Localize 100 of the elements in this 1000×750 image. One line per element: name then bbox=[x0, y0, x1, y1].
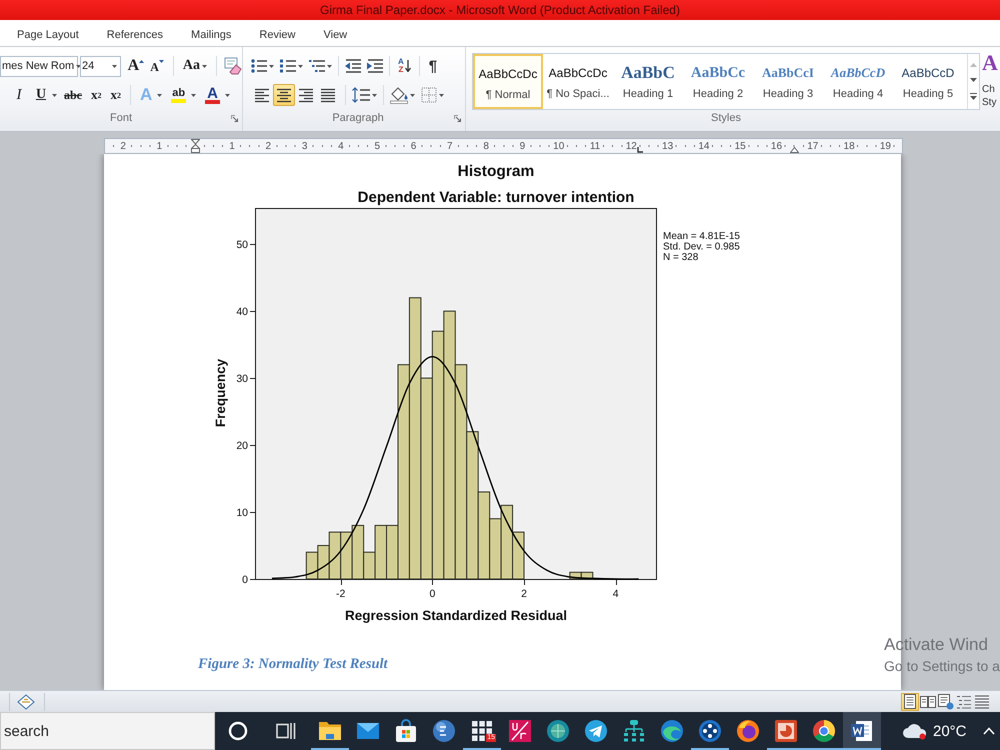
underline-button[interactable]: U bbox=[32, 85, 50, 105]
view-button[interactable] bbox=[973, 692, 991, 710]
bullet-list-icon[interactable] bbox=[251, 59, 267, 73]
style-option[interactable]: AaBbCcDc ¶ Normal bbox=[473, 54, 543, 109]
ruler-number: 1 bbox=[156, 140, 164, 152]
outline-list-icon bbox=[956, 694, 972, 710]
caret-icon[interactable] bbox=[327, 64, 332, 68]
grow-font-button[interactable]: A bbox=[124, 56, 148, 76]
style-option[interactable]: AaBbCc Heading 2 bbox=[683, 54, 753, 109]
caret-icon[interactable] bbox=[52, 94, 57, 96]
page-globe-icon bbox=[938, 694, 954, 710]
caret-icon[interactable] bbox=[112, 64, 117, 68]
style-option[interactable]: AaBbCcDc ¶ No Spaci... bbox=[543, 54, 613, 109]
view-button[interactable] bbox=[901, 692, 919, 710]
group-label: Paragraph bbox=[332, 112, 384, 124]
caret-icon[interactable] bbox=[191, 94, 196, 96]
pie-chart-tile-icon bbox=[774, 719, 798, 743]
ribbon-tab[interactable]: Mailings bbox=[177, 22, 246, 46]
style-option[interactable]: AaBbCcD Heading 4 bbox=[823, 54, 893, 109]
page-lines-icon bbox=[902, 694, 918, 710]
font-size-field[interactable]: 24 bbox=[80, 56, 121, 76]
down-arrow-icon bbox=[404, 60, 411, 72]
document-icon bbox=[850, 719, 874, 743]
taskbar-button[interactable] bbox=[843, 712, 881, 750]
lines-icon bbox=[974, 694, 990, 710]
change-styles-button[interactable]: A Ch Sty bbox=[980, 47, 1000, 131]
ruler-number: 13 bbox=[661, 140, 674, 152]
sphere-icon bbox=[432, 719, 456, 743]
grid-icon bbox=[470, 719, 494, 743]
shrink-font-button[interactable]: A bbox=[147, 56, 167, 76]
slash-tile-icon bbox=[508, 719, 532, 743]
ruler-number: 17 bbox=[806, 140, 820, 152]
ribbon-tab[interactable]: Review bbox=[245, 22, 310, 46]
ruler-number: 7 bbox=[446, 140, 454, 152]
ruler-number: 6 bbox=[410, 140, 418, 152]
dialog-launcher-icon[interactable] bbox=[231, 115, 238, 122]
search-field[interactable]: search bbox=[0, 712, 215, 750]
strikethrough-button[interactable]: abc bbox=[61, 85, 85, 105]
sort-button[interactable]: A Z bbox=[396, 56, 413, 76]
caret-icon[interactable] bbox=[269, 64, 274, 68]
highlight-button[interactable]: ab bbox=[168, 85, 190, 105]
ruler-number: 19 bbox=[878, 140, 892, 152]
ruler-number: 2 bbox=[264, 140, 272, 152]
ruler-number: 2 bbox=[119, 140, 127, 152]
window-title: Girma Final Paper.docx - Microsoft Word (Product Activation Failed) bbox=[320, 3, 680, 17]
caret-up-icon bbox=[139, 60, 144, 63]
figure-caption: Figure 3: Normality Test Result bbox=[198, 656, 388, 673]
ruler-number: 14 bbox=[697, 140, 710, 152]
italic-button[interactable]: I bbox=[10, 85, 28, 105]
cloud-icon[interactable] bbox=[902, 722, 928, 740]
outdent-icon[interactable] bbox=[345, 59, 361, 73]
dialog-launcher-icon[interactable] bbox=[454, 115, 461, 122]
ribbon-tab[interactable]: References bbox=[92, 22, 178, 46]
caret-icon[interactable] bbox=[157, 94, 162, 96]
caret-icon[interactable] bbox=[439, 94, 444, 96]
caret-down-icon bbox=[158, 60, 164, 63]
font-name-field[interactable]: mes New Rom bbox=[0, 56, 78, 76]
caret-icon[interactable] bbox=[202, 64, 207, 68]
ruler-number: 11 bbox=[588, 140, 602, 152]
diamond-icon[interactable] bbox=[17, 694, 35, 710]
group-label: Styles bbox=[711, 112, 741, 124]
show-marks-button[interactable]: ¶ bbox=[426, 56, 440, 76]
align-right-icon bbox=[298, 88, 314, 102]
wave-circle-icon bbox=[660, 719, 684, 743]
style-option[interactable]: AaBbCcD Heading 5 bbox=[893, 54, 963, 109]
ruler-number: 15 bbox=[734, 140, 747, 152]
scroll-down-icon[interactable] bbox=[970, 78, 977, 82]
eraser-icon[interactable] bbox=[224, 57, 242, 75]
ruler-number: 9 bbox=[518, 140, 526, 152]
paint-bucket-icon[interactable] bbox=[390, 86, 408, 104]
style-option[interactable]: AaBbC Heading 1 bbox=[613, 54, 683, 109]
font-color-button[interactable]: A bbox=[202, 85, 223, 105]
style-option[interactable]: AaBbCcI Heading 3 bbox=[753, 54, 823, 109]
globe-icon bbox=[546, 719, 570, 743]
tab-stop-icon[interactable] bbox=[637, 147, 644, 153]
border-grid-icon[interactable] bbox=[421, 87, 437, 103]
multilevel-list-icon[interactable] bbox=[309, 59, 325, 73]
chevron-up-icon[interactable] bbox=[982, 727, 995, 735]
ring-icon[interactable] bbox=[228, 721, 248, 741]
line-spacing-icon[interactable] bbox=[352, 87, 370, 103]
tree-diagram-icon bbox=[622, 719, 646, 743]
indent-marker-icon[interactable] bbox=[191, 139, 200, 153]
more-icon[interactable] bbox=[970, 93, 977, 100]
alignment-button[interactable] bbox=[273, 84, 295, 106]
ruler-number: 16 bbox=[770, 140, 784, 152]
task-view-icon[interactable] bbox=[276, 721, 296, 741]
caret-icon[interactable] bbox=[224, 94, 230, 96]
ruler-number: 12 bbox=[624, 140, 638, 152]
ribbon-tab[interactable]: View bbox=[309, 22, 362, 46]
caret-icon[interactable] bbox=[410, 94, 415, 96]
indent-icon[interactable] bbox=[367, 59, 383, 73]
caret-icon[interactable] bbox=[372, 94, 377, 96]
view-button[interactable] bbox=[937, 692, 955, 710]
ribbon-tab[interactable]: Page Layout bbox=[3, 22, 93, 46]
caret-icon[interactable] bbox=[298, 64, 303, 68]
change-case-button[interactable]: Aa bbox=[180, 56, 210, 76]
numbered-list-icon[interactable] bbox=[280, 59, 296, 73]
caret-icon[interactable] bbox=[76, 64, 82, 68]
align-left-icon bbox=[254, 88, 270, 102]
justify-icon bbox=[320, 88, 336, 102]
